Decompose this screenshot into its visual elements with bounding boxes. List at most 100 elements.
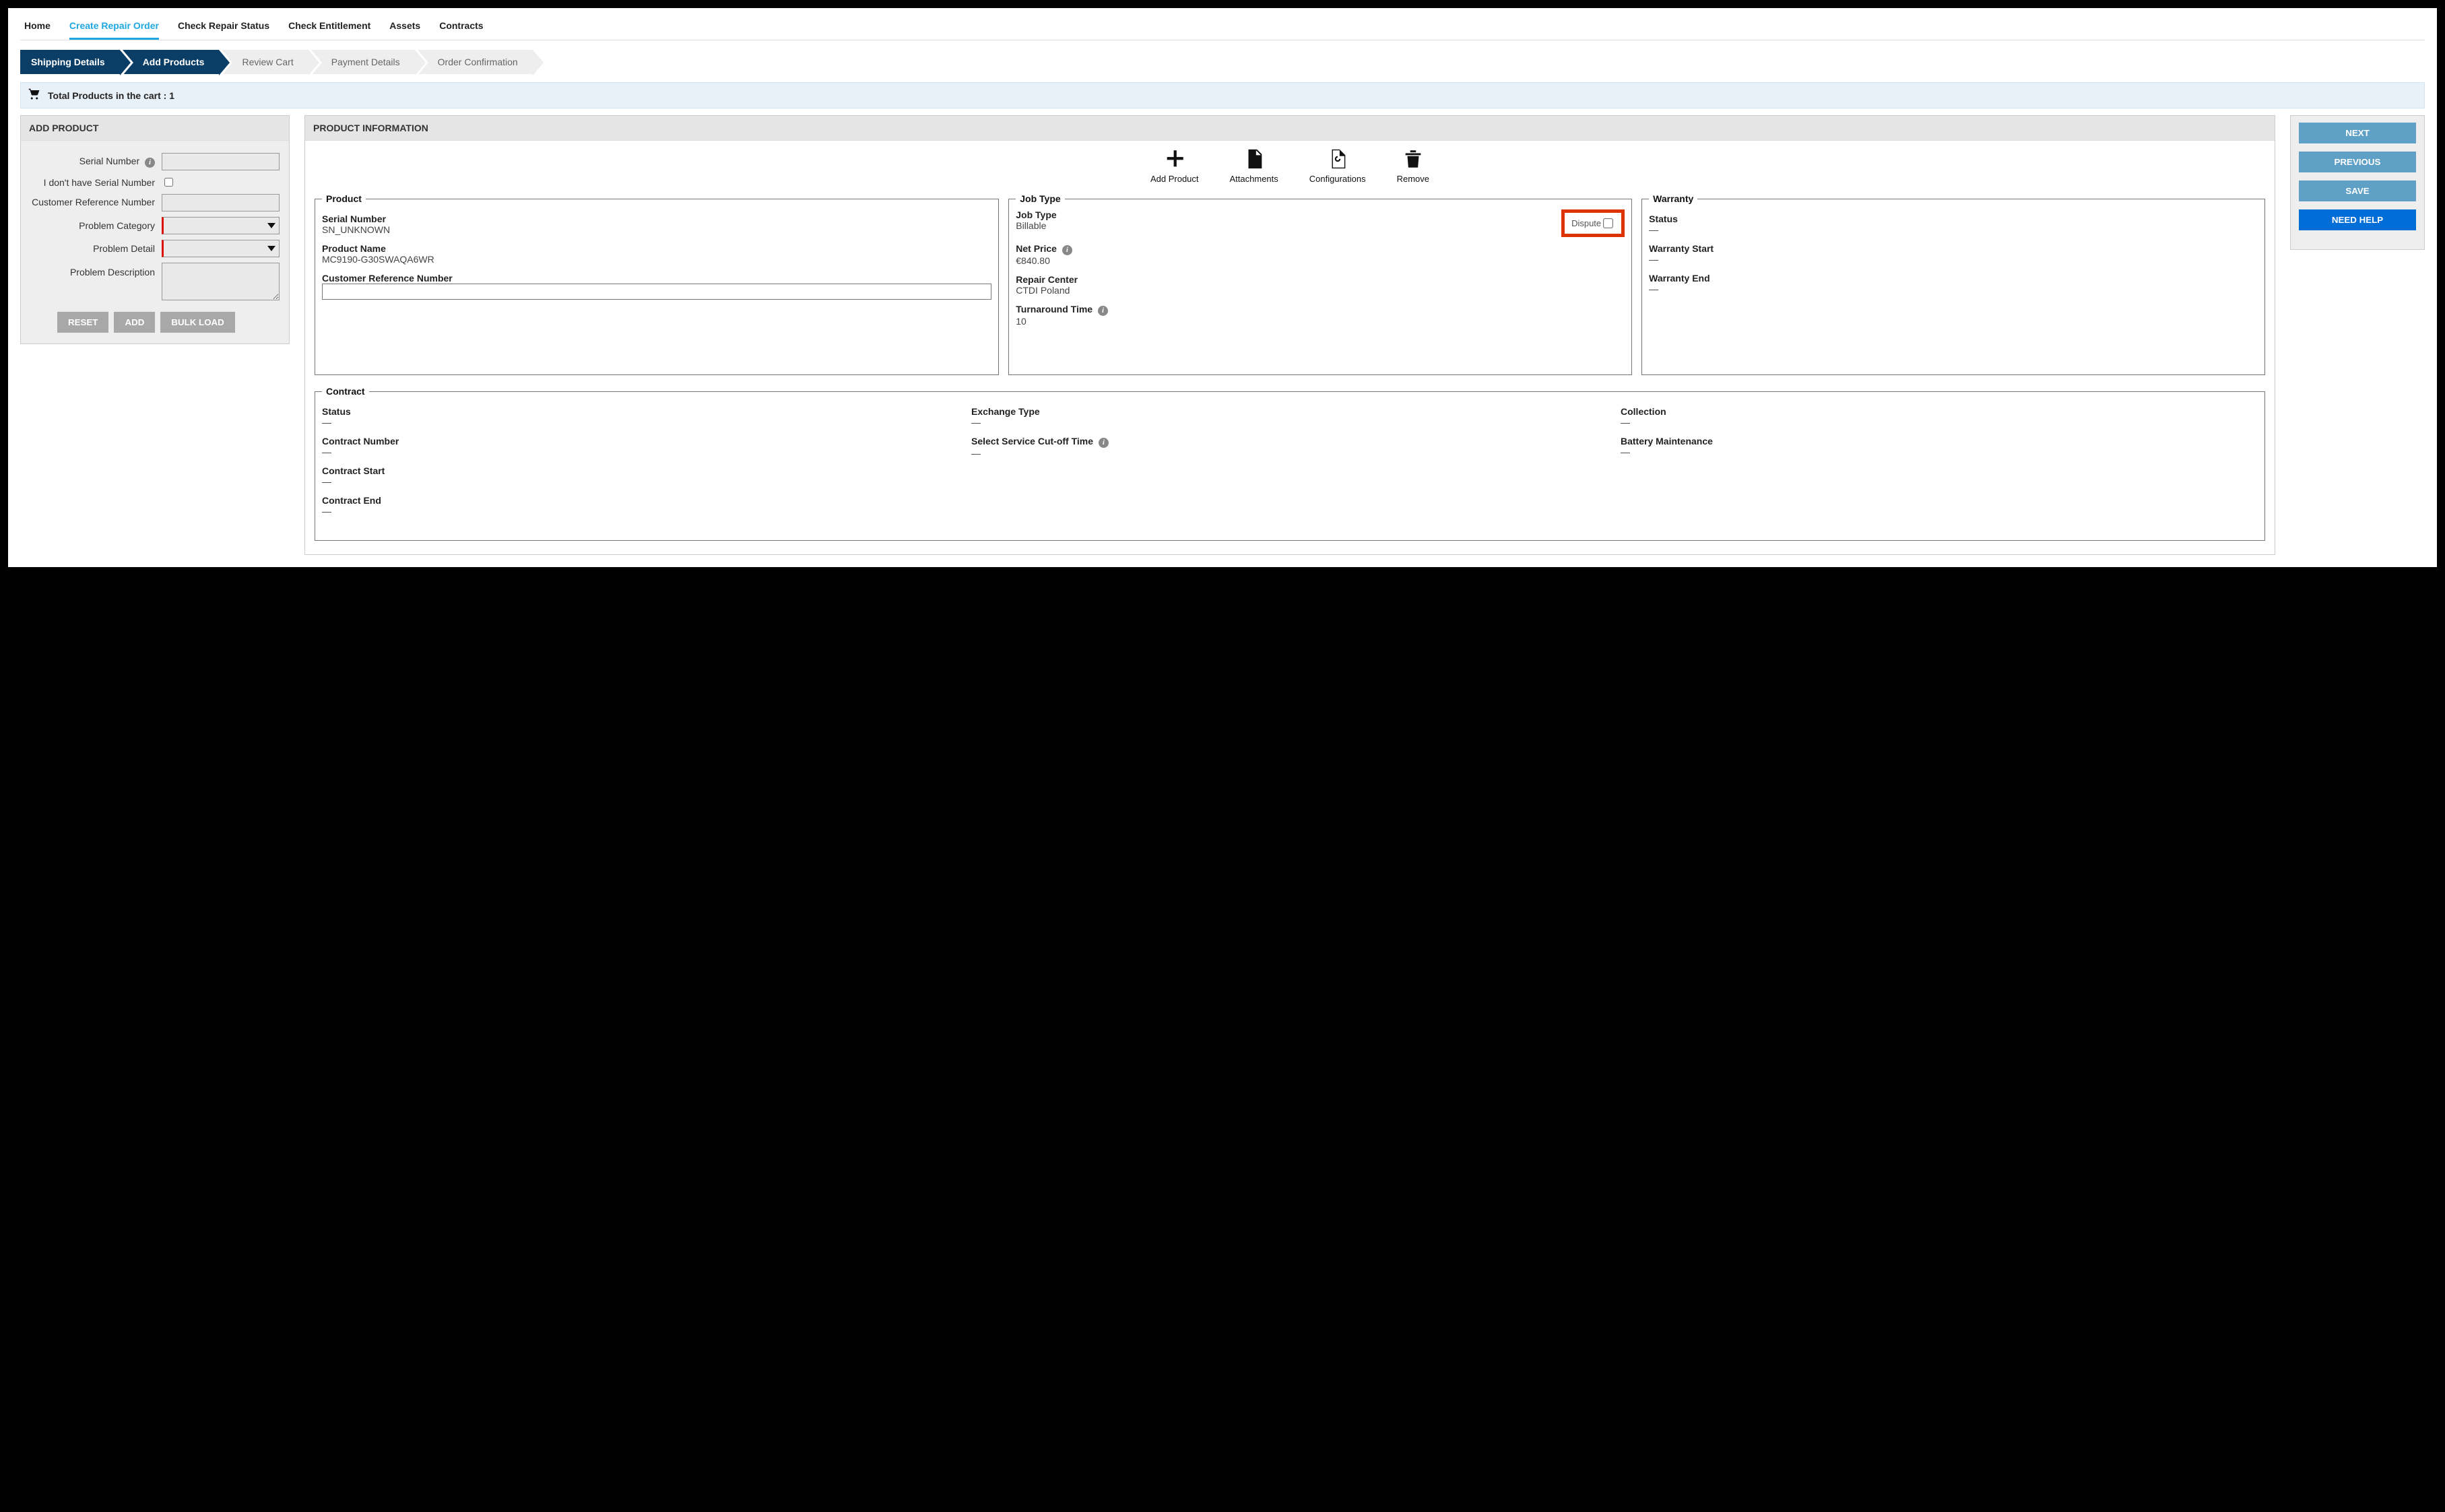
step-payment-details[interactable]: Payment Details: [311, 50, 415, 74]
problem-detail-label: Problem Detail: [30, 243, 162, 254]
exchange-type-value: —: [971, 417, 1608, 428]
action-configurations[interactable]: Configurations: [1309, 147, 1366, 184]
cart-count-text: Total Products in the cart : 1: [48, 90, 174, 101]
jobtype-label: Job Type: [1016, 209, 1056, 220]
step-review-cart[interactable]: Review Cart: [222, 50, 308, 74]
previous-button[interactable]: PREVIOUS: [2299, 152, 2416, 172]
serial-number-label: Serial Number i: [30, 156, 162, 168]
no-serial-checkbox[interactable]: [164, 178, 173, 187]
net-price-label: Net Price i: [1016, 243, 1625, 255]
action-remove[interactable]: Remove: [1397, 147, 1429, 184]
info-icon[interactable]: i: [1062, 245, 1072, 255]
wizard-steps: Shipping Details Add Products Review Car…: [20, 50, 2425, 74]
info-icon[interactable]: i: [1098, 306, 1108, 316]
warranty-legend: Warranty: [1649, 193, 1697, 204]
dispute-highlight: Dispute: [1561, 209, 1625, 237]
action-sidebar: NEXT PREVIOUS SAVE NEED HELP: [2290, 115, 2425, 250]
need-help-button[interactable]: NEED HELP: [2299, 209, 2416, 230]
action-label: Attachments: [1230, 174, 1278, 184]
contract-number-label: Contract Number: [322, 436, 959, 447]
dispute-label: Dispute: [1571, 218, 1601, 228]
nav-assets[interactable]: Assets: [389, 16, 420, 40]
contract-status-label: Status: [322, 406, 959, 417]
trash-icon: [1402, 162, 1425, 172]
product-serial-label: Serial Number: [322, 213, 991, 224]
contract-number-value: —: [322, 447, 959, 457]
problem-category-select[interactable]: [162, 217, 280, 234]
contract-fieldset: Contract Status— Contract Number— Contra…: [315, 386, 2265, 541]
add-product-title: ADD PRODUCT: [21, 116, 289, 141]
no-serial-label: I don't have Serial Number: [30, 177, 162, 188]
step-shipping-details[interactable]: Shipping Details: [20, 50, 120, 74]
nav-home[interactable]: Home: [24, 16, 51, 40]
cart-icon: [28, 88, 41, 102]
warranty-end-value: —: [1649, 284, 2258, 294]
save-button[interactable]: SAVE: [2299, 180, 2416, 201]
collection-label: Collection: [1621, 406, 2258, 417]
product-name-label: Product Name: [322, 243, 991, 254]
action-label: Add Product: [1150, 174, 1199, 184]
add-product-panel: ADD PRODUCT Serial Number i I don't have…: [20, 115, 290, 344]
nav-create-repair-order[interactable]: Create Repair Order: [69, 16, 159, 40]
turnaround-value: 10: [1016, 316, 1625, 327]
add-button[interactable]: ADD: [114, 312, 155, 333]
file-icon: [1243, 162, 1266, 172]
plus-icon: [1163, 162, 1186, 172]
warranty-start-label: Warranty Start: [1649, 243, 2258, 254]
problem-description-label: Problem Description: [30, 263, 162, 277]
repair-center-value: CTDI Poland: [1016, 285, 1625, 296]
battery-value: —: [1621, 447, 2258, 457]
problem-category-label: Problem Category: [30, 220, 162, 231]
problem-description-textarea[interactable]: [162, 263, 280, 300]
product-fieldset: Product Serial NumberSN_UNKNOWN Product …: [315, 193, 999, 375]
warranty-end-label: Warranty End: [1649, 273, 2258, 284]
contract-status-value: —: [322, 417, 959, 428]
action-label: Remove: [1397, 174, 1429, 184]
product-info-title: PRODUCT INFORMATION: [305, 116, 2275, 141]
problem-detail-select[interactable]: [162, 240, 280, 257]
net-price-value: €840.80: [1016, 255, 1625, 266]
reset-button[interactable]: RESET: [57, 312, 108, 333]
product-name-value: MC9190-G30SWAQA6WR: [322, 254, 991, 265]
warranty-start-value: —: [1649, 254, 2258, 265]
collection-value: —: [1621, 417, 2258, 428]
turnaround-label: Turnaround Time i: [1016, 304, 1625, 316]
battery-label: Battery Maintenance: [1621, 436, 2258, 447]
cutoff-value: —: [971, 448, 1608, 459]
cutoff-label: Select Service Cut-off Time i: [971, 436, 1608, 448]
top-nav: Home Create Repair Order Check Repair St…: [20, 12, 2425, 40]
product-serial-value: SN_UNKNOWN: [322, 224, 991, 235]
step-add-products[interactable]: Add Products: [123, 50, 220, 74]
jobtype-fieldset: Job Type Job TypeBillable Dispute Net Pr…: [1008, 193, 1632, 375]
configurations-icon: [1326, 162, 1349, 172]
nav-contracts[interactable]: Contracts: [439, 16, 483, 40]
warranty-status-label: Status: [1649, 213, 2258, 224]
info-icon[interactable]: i: [1099, 438, 1109, 448]
crn-label: Customer Reference Number: [30, 197, 162, 207]
repair-center-label: Repair Center: [1016, 274, 1625, 285]
exchange-type-label: Exchange Type: [971, 406, 1608, 417]
warranty-status-value: —: [1649, 224, 2258, 235]
action-add-product[interactable]: Add Product: [1150, 147, 1199, 184]
nav-check-repair-status[interactable]: Check Repair Status: [178, 16, 269, 40]
serial-number-input[interactable]: [162, 153, 280, 170]
nav-check-entitlement[interactable]: Check Entitlement: [288, 16, 370, 40]
contract-start-value: —: [322, 476, 959, 487]
step-order-confirmation[interactable]: Order Confirmation: [418, 50, 533, 74]
contract-end-value: —: [322, 506, 959, 517]
contract-start-label: Contract Start: [322, 465, 959, 476]
action-attachments[interactable]: Attachments: [1230, 147, 1278, 184]
crn-input[interactable]: [162, 194, 280, 211]
product-legend: Product: [322, 193, 366, 204]
dispute-checkbox[interactable]: [1603, 218, 1613, 228]
product-crn-input[interactable]: [322, 284, 991, 300]
cart-summary-bar: Total Products in the cart : 1: [20, 82, 2425, 108]
jobtype-value: Billable: [1016, 220, 1056, 231]
warranty-fieldset: Warranty Status— Warranty Start— Warrant…: [1641, 193, 2265, 375]
jobtype-legend: Job Type: [1016, 193, 1064, 204]
product-info-panel: PRODUCT INFORMATION Add Product Attachme…: [304, 115, 2275, 555]
info-icon[interactable]: i: [145, 158, 155, 168]
bulk-load-button[interactable]: BULK LOAD: [160, 312, 234, 333]
next-button[interactable]: NEXT: [2299, 123, 2416, 143]
contract-legend: Contract: [322, 386, 369, 397]
